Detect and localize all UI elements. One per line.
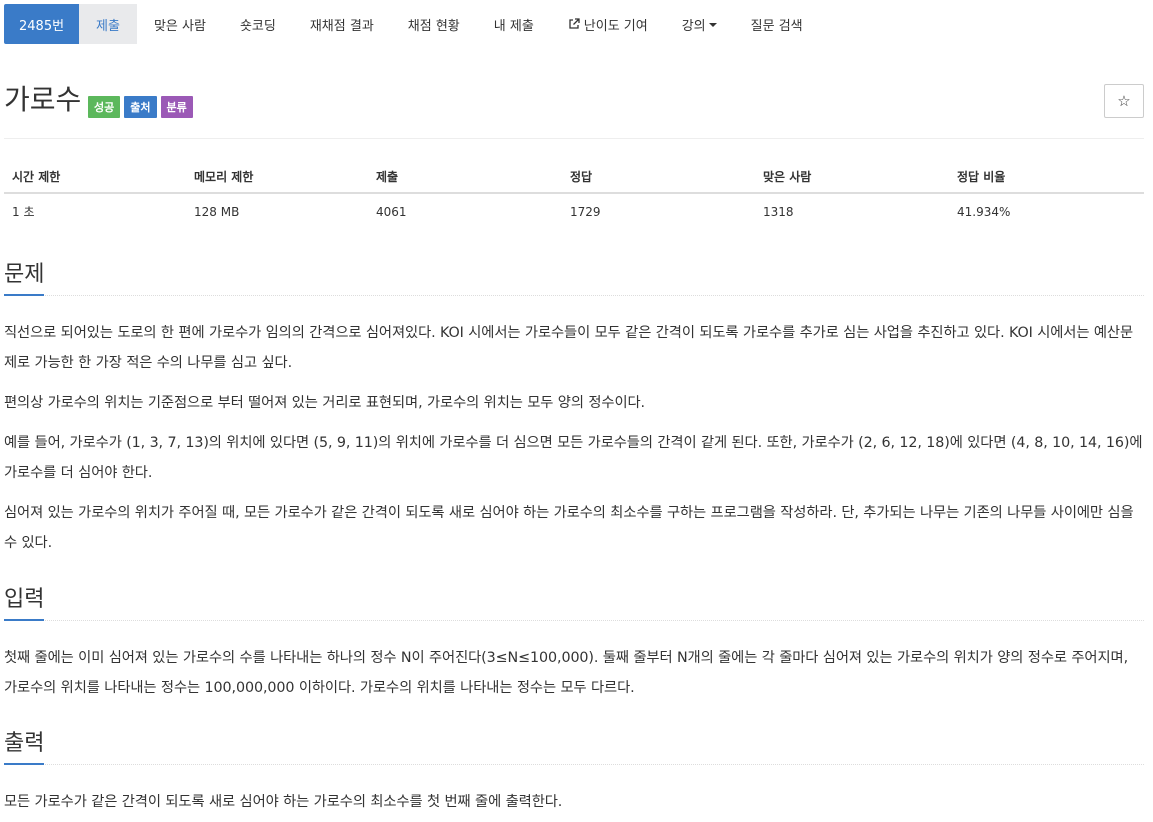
input-section: 입력 첫째 줄에는 이미 심어져 있는 가로수의 수를 나타내는 하나의 정수 … [4, 585, 1144, 703]
problem-paragraph: 예를 들어, 가로수가 (1, 3, 7, 13)의 위치에 있다면 (5, 9… [4, 435, 1143, 481]
output-heading: 출력 [4, 729, 1144, 765]
header-accept-ratio: 정답 비율 [949, 160, 1144, 194]
title-row: 가로수 성공 출처 분류 ☆ [4, 80, 1144, 130]
nav-status[interactable]: 채점 현황 [391, 4, 477, 44]
problem-labels: 성공 출처 분류 [88, 96, 193, 118]
problem-paragraph: 직선으로 되어있는 도로의 한 편에 가로수가 임의의 간격으로 심어져있다. … [4, 325, 1134, 371]
problem-info-table: 시간 제한 메모리 제한 제출 정답 맞은 사람 정답 비율 1 초 128 M… [4, 160, 1144, 229]
header-memory-limit: 메모리 제한 [186, 160, 368, 194]
output-heading-text: 출력 [4, 731, 45, 756]
external-link-icon [568, 18, 580, 30]
header-solved-users: 맞은 사람 [755, 160, 949, 194]
header-time-limit: 시간 제한 [4, 160, 186, 194]
heading-accent-bar [4, 619, 44, 621]
input-body: 첫째 줄에는 이미 심어져 있는 가로수의 수를 나타내는 하나의 정수 N이 … [4, 643, 1144, 703]
output-body: 모든 가로수가 같은 간격이 되도록 새로 심어야 하는 가로수의 최소수를 첫… [4, 787, 1144, 817]
favorite-star-button[interactable]: ☆ [1104, 84, 1144, 118]
input-paragraph: 첫째 줄에는 이미 심어져 있는 가로수의 수를 나타내는 하나의 정수 N이 … [4, 650, 1129, 696]
caret-down-icon [708, 23, 717, 27]
label-success[interactable]: 성공 [88, 96, 121, 118]
label-source[interactable]: 출처 [124, 96, 157, 118]
heading-dotted-rule [4, 620, 1144, 621]
nav-solved-users[interactable]: 맞은 사람 [137, 4, 223, 44]
heading-dotted-rule [4, 295, 1144, 296]
value-accepted: 1729 [570, 204, 601, 219]
problem-heading: 문제 [4, 260, 1144, 296]
heading-dotted-rule [4, 764, 1144, 765]
nav-difficulty-label: 난이도 기여 [583, 18, 648, 34]
problem-description-section: 문제 직선으로 되어있는 도로의 한 편에 가로수가 임의의 간격으로 심어져있… [4, 260, 1144, 558]
heading-accent-bar [4, 294, 44, 296]
nav-question-search[interactable]: 질문 검색 [734, 4, 820, 44]
nav-submit[interactable]: 제출 [79, 4, 137, 44]
nav-difficulty-contribution[interactable]: 난이도 기여 [551, 4, 665, 44]
nav-rejudge-result[interactable]: 재채점 결과 [293, 4, 391, 44]
problem-title: 가로수 [4, 83, 82, 116]
value-accept-ratio: 41.934% [957, 204, 1011, 219]
nav-my-submissions[interactable]: 내 제출 [477, 4, 551, 44]
input-heading-text: 입력 [4, 587, 45, 612]
output-paragraph: 모든 가로수가 같은 간격이 되도록 새로 심어야 하는 가로수의 최소수를 첫… [4, 794, 563, 810]
title-divider [4, 138, 1144, 139]
output-section: 출력 모든 가로수가 같은 간격이 되도록 새로 심어야 하는 가로수의 최소수… [4, 729, 1144, 817]
problem-body: 직선으로 되어있는 도로의 한 편에 가로수가 임의의 간격으로 심어져있다. … [4, 318, 1144, 558]
nav-problem-number[interactable]: 2485번 [4, 4, 80, 44]
header-accepted: 정답 [562, 160, 755, 194]
problem-heading-text: 문제 [4, 262, 45, 287]
problem-paragraph: 편의상 가로수의 위치는 기준점으로 부터 떨어져 있는 거리로 표현되며, 가… [4, 395, 646, 411]
problem-paragraph: 심어져 있는 가로수의 위치가 주어질 때, 모든 가로수가 같은 간격이 되도… [4, 505, 1134, 551]
nav-lectures-label: 강의 [681, 18, 706, 34]
problem-nav: 2485번 제출 맞은 사람 숏코딩 재채점 결과 채점 현황 내 제출 난이도… [4, 4, 820, 44]
value-submissions: 4061 [376, 204, 407, 219]
input-heading: 입력 [4, 585, 1144, 621]
heading-accent-bar [4, 763, 44, 765]
header-submissions: 제출 [368, 160, 562, 194]
star-icon: ☆ [1117, 92, 1131, 110]
nav-lectures-dropdown[interactable]: 강의 [665, 4, 734, 44]
value-solved-users: 1318 [763, 204, 794, 219]
nav-short-coding[interactable]: 숏코딩 [223, 4, 293, 44]
label-category[interactable]: 분류 [160, 96, 193, 118]
info-value-row: 1 초 128 MB 4061 1729 1318 41.934% [4, 193, 1144, 229]
value-time-limit: 1 초 [12, 205, 35, 219]
info-header-row: 시간 제한 메모리 제한 제출 정답 맞은 사람 정답 비율 [4, 160, 1144, 194]
value-memory-limit: 128 MB [194, 204, 240, 219]
